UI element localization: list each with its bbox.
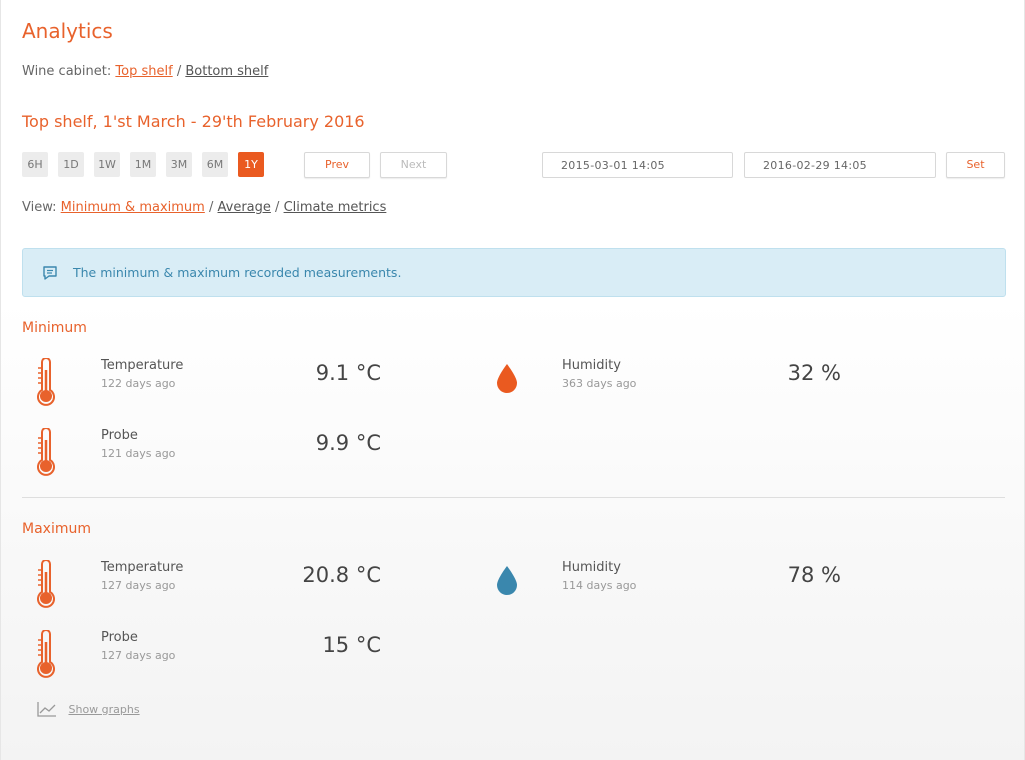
- thermometer-icon: [37, 630, 55, 678]
- view-minmax-link[interactable]: Minimum & maximum: [61, 200, 205, 215]
- cabinet-label: Wine cabinet:: [22, 64, 112, 79]
- min-probe-ago: 121 days ago: [101, 447, 176, 460]
- info-alert: The minimum & maximum recorded measureme…: [22, 248, 1006, 297]
- min-temperature-label: Temperature: [101, 358, 184, 373]
- max-humidity-value: 78 %: [787, 563, 841, 587]
- from-date-input[interactable]: [542, 152, 733, 178]
- next-button[interactable]: Next: [380, 152, 447, 178]
- min-humidity-label: Humidity: [562, 358, 621, 373]
- comment-icon: [43, 266, 57, 280]
- cabinet-bottom-shelf-link[interactable]: Bottom shelf: [185, 64, 268, 79]
- max-probe-label: Probe: [101, 630, 138, 645]
- show-graphs: Show graphs: [37, 701, 140, 717]
- cabinet-selector: Wine cabinet: Top shelf / Bottom shelf: [22, 64, 268, 79]
- range-button-1d[interactable]: 1D: [58, 152, 84, 177]
- range-button-1m[interactable]: 1M: [130, 152, 156, 177]
- view-climate-link[interactable]: Climate metrics: [284, 200, 387, 215]
- min-humidity-ago: 363 days ago: [562, 377, 637, 390]
- drop-icon: [497, 364, 517, 393]
- view-average-link[interactable]: Average: [218, 200, 271, 215]
- range-button-6m[interactable]: 6M: [202, 152, 228, 177]
- thermometer-icon: [37, 358, 55, 406]
- set-button[interactable]: Set: [946, 152, 1005, 178]
- range-button-1y[interactable]: 1Y: [238, 152, 264, 177]
- section-divider: [22, 497, 1005, 498]
- page: Analytics Wine cabinet: Top shelf / Bott…: [0, 0, 1025, 760]
- show-graphs-link[interactable]: Show graphs: [69, 703, 140, 716]
- max-humidity-ago: 114 days ago: [562, 579, 637, 592]
- line-chart-icon: [37, 702, 56, 717]
- range-button-6h[interactable]: 6H: [22, 152, 48, 177]
- alert-message: The minimum & maximum recorded measureme…: [73, 265, 402, 280]
- separator: /: [275, 200, 280, 215]
- thermometer-icon: [37, 560, 55, 608]
- min-temperature-ago: 122 days ago: [101, 377, 176, 390]
- max-humidity-label: Humidity: [562, 560, 621, 575]
- view-label: View:: [22, 200, 57, 215]
- max-probe-ago: 127 days ago: [101, 649, 176, 662]
- separator: /: [176, 64, 182, 79]
- drop-icon: [497, 566, 517, 595]
- view-selector: View: Minimum & maximum / Average / Clim…: [22, 200, 386, 215]
- separator: /: [208, 200, 214, 215]
- thermometer-icon: [37, 428, 55, 476]
- max-temperature-ago: 127 days ago: [101, 579, 176, 592]
- min-temperature-value: 9.1 °C: [315, 361, 381, 385]
- to-date-input[interactable]: [744, 152, 936, 178]
- max-temperature-value: 20.8 °C: [302, 563, 381, 587]
- range-subtitle: Top shelf, 1'st March - 29'th February 2…: [22, 112, 365, 131]
- minimum-title: Minimum: [22, 320, 87, 336]
- range-button-1w[interactable]: 1W: [94, 152, 120, 177]
- min-probe-value: 9.9 °C: [315, 431, 381, 455]
- page-title: Analytics: [22, 19, 113, 43]
- max-probe-value: 15 °C: [322, 633, 381, 657]
- maximum-title: Maximum: [22, 521, 91, 537]
- max-temperature-label: Temperature: [101, 560, 184, 575]
- min-humidity-value: 32 %: [787, 361, 841, 385]
- range-button-3m[interactable]: 3M: [166, 152, 192, 177]
- prev-button[interactable]: Prev: [304, 152, 370, 178]
- cabinet-top-shelf-link[interactable]: Top shelf: [115, 64, 172, 79]
- min-probe-label: Probe: [101, 428, 138, 443]
